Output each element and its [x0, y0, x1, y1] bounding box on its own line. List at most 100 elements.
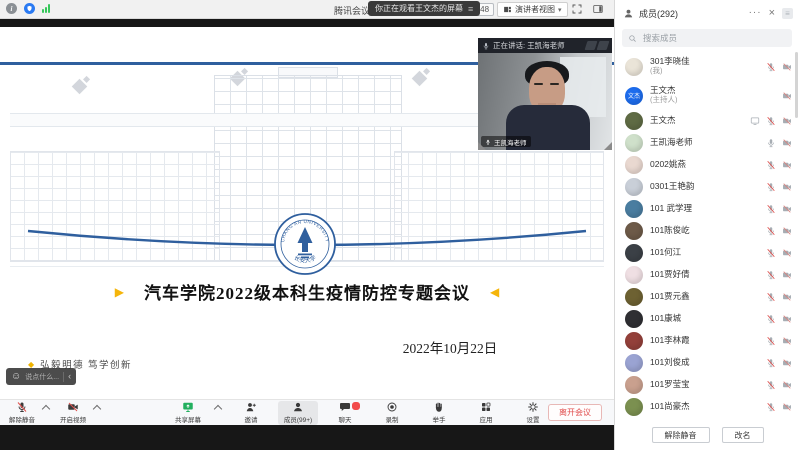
collapse-chevron-icon[interactable]: ‹: [68, 372, 71, 381]
member-row[interactable]: 101贾好倩: [615, 264, 799, 286]
members-button[interactable]: 成员(99+): [278, 401, 318, 425]
camera-off-icon[interactable]: [782, 182, 792, 192]
camera-off-icon[interactable]: [782, 226, 792, 236]
watermark-logo: [586, 41, 608, 50]
fullscreen-icon[interactable]: [571, 3, 583, 15]
start-video-button[interactable]: 开启视频: [53, 401, 93, 425]
camera-off-icon[interactable]: [782, 204, 792, 214]
avatar: [625, 398, 643, 416]
close-icon[interactable]: ×: [769, 8, 775, 19]
security-shield-icon[interactable]: [24, 3, 35, 14]
mic-muted-icon[interactable]: [766, 116, 776, 126]
member-row[interactable]: 101贾元鑫: [615, 286, 799, 308]
camera-off-icon[interactable]: [782, 358, 792, 368]
view-mode-button[interactable]: 演讲者视图 ▾: [497, 2, 568, 17]
avatar: [625, 134, 643, 152]
member-row[interactable]: 王文杰: [615, 110, 799, 132]
member-row[interactable]: 101康城: [615, 308, 799, 330]
camera-off-icon[interactable]: [782, 380, 792, 390]
unmute-all-button[interactable]: 解除静音: [652, 427, 710, 443]
camera-off-icon[interactable]: [782, 62, 792, 72]
member-row[interactable]: 101刘俊成: [615, 352, 799, 374]
mic-muted-icon[interactable]: [766, 182, 776, 192]
scrollbar-thumb[interactable]: [795, 52, 798, 118]
camera-off-icon[interactable]: [782, 402, 792, 412]
leave-meeting-button[interactable]: 离开会议: [548, 404, 602, 421]
chevron-down-icon: ▾: [558, 6, 562, 14]
mic-muted-icon[interactable]: [766, 62, 776, 72]
member-row[interactable]: 101罗莹宝: [615, 374, 799, 396]
member-row[interactable]: 301李晓佳 (我): [615, 52, 799, 81]
mic-muted-icon[interactable]: [766, 336, 776, 346]
mic-muted-icon[interactable]: [766, 358, 776, 368]
member-search-box[interactable]: [622, 29, 792, 47]
raise-hand-button[interactable]: 举手: [419, 401, 459, 425]
camera-off-icon[interactable]: [782, 270, 792, 280]
member-row[interactable]: 101何江: [615, 242, 799, 264]
member-row[interactable]: 101 武学理: [615, 198, 799, 220]
now-speaking-bar: 正在讲话: 王凯海老师: [478, 38, 612, 53]
speaker-video-thumbnail[interactable]: 正在讲话: 王凯海老师 王凯海老师: [478, 38, 612, 150]
message-placeholder[interactable]: 说点什么...: [25, 372, 59, 382]
mic-muted-icon[interactable]: [766, 226, 776, 236]
mic-muted-icon[interactable]: [766, 292, 776, 302]
panel-grip-icon[interactable]: ≡: [782, 8, 793, 19]
avatar: [625, 266, 643, 284]
member-row[interactable]: 王凯海老师: [615, 132, 799, 154]
search-input[interactable]: [641, 32, 786, 44]
member-row[interactable]: 0202姚燕: [615, 154, 799, 176]
webcam-video: 王凯海老师: [478, 53, 612, 150]
mic-muted-icon[interactable]: [766, 204, 776, 214]
resize-handle[interactable]: [604, 142, 612, 150]
share-options-chevron[interactable]: [214, 404, 222, 412]
mic-on-icon[interactable]: [766, 138, 776, 148]
mic-muted-icon[interactable]: [766, 270, 776, 280]
gear-icon: [527, 401, 539, 413]
member-name: 101何江: [650, 248, 681, 258]
mic-muted-icon[interactable]: [766, 380, 776, 390]
mic-muted-icon[interactable]: [766, 402, 776, 412]
video-options-chevron[interactable]: [93, 404, 101, 412]
record-button[interactable]: 录制: [372, 401, 412, 425]
apps-button[interactable]: 应用: [466, 401, 506, 425]
unmute-button[interactable]: 解除静音: [2, 401, 42, 425]
tooltip-menu-icon[interactable]: ≡: [468, 4, 473, 14]
mic-icon: [482, 42, 490, 50]
participant-name-tag: 王凯海老师: [481, 136, 531, 147]
avatar: 文杰: [625, 87, 643, 105]
camera-off-icon[interactable]: [782, 336, 792, 346]
settings-button[interactable]: 设置: [513, 401, 553, 425]
rename-button[interactable]: 改名: [722, 427, 764, 443]
meeting-toolbar: 解除静音 开启视频 共享屏幕 邀请: [0, 399, 614, 425]
side-panel-icon[interactable]: [592, 3, 604, 15]
camera-off-icon[interactable]: [782, 138, 792, 148]
quick-message-bar[interactable]: ☺ 说点什么... ‹: [6, 368, 76, 385]
camera-off-icon[interactable]: [782, 314, 792, 324]
member-row[interactable]: 101李林霞: [615, 330, 799, 352]
member-row[interactable]: 101尚豪杰: [615, 396, 799, 418]
member-row[interactable]: 101陈俊屹: [615, 220, 799, 242]
network-signal-icon[interactable]: [42, 4, 50, 13]
member-row[interactable]: 文杰 王文杰 (主持人): [615, 81, 799, 110]
camera-off-icon[interactable]: [782, 116, 792, 126]
info-icon[interactable]: i: [6, 3, 17, 14]
member-row[interactable]: 0301王艳韵: [615, 176, 799, 198]
camera-off-icon[interactable]: [782, 160, 792, 170]
resize-handle[interactable]: [478, 142, 486, 150]
member-name: 0301王艳韵: [650, 182, 694, 192]
mic-muted-icon[interactable]: [766, 314, 776, 324]
chat-button[interactable]: 聊天: [325, 401, 365, 425]
share-screen-button[interactable]: 共享屏幕: [168, 401, 208, 425]
invite-person-icon: [245, 401, 257, 413]
camera-off-icon[interactable]: [782, 91, 792, 101]
invite-button[interactable]: 邀请: [231, 401, 271, 425]
mic-options-chevron[interactable]: [42, 404, 50, 412]
title-right-triangle-icon: ◀: [490, 286, 499, 298]
more-options-icon[interactable]: ···: [749, 8, 762, 18]
search-icon: [628, 34, 637, 43]
mic-muted-icon[interactable]: [766, 248, 776, 258]
emoji-icon[interactable]: ☺: [11, 372, 21, 382]
camera-off-icon[interactable]: [782, 292, 792, 302]
mic-muted-icon[interactable]: [766, 160, 776, 170]
camera-off-icon[interactable]: [782, 248, 792, 258]
